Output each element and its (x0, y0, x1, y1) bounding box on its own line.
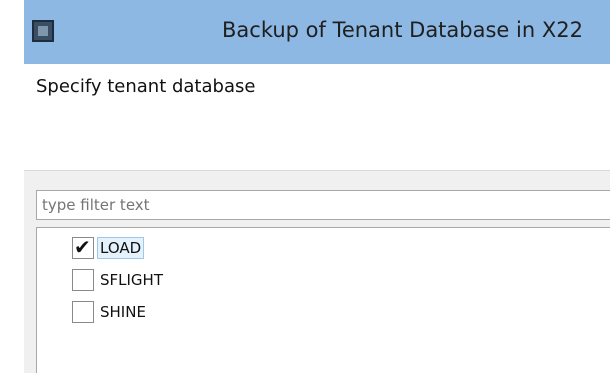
backup-dialog: Backup of Tenant Database in X22 Specify… (24, 0, 610, 373)
window-title: Backup of Tenant Database in X22 (222, 18, 583, 42)
list-item-label[interactable]: LOAD (97, 237, 145, 259)
filter-input[interactable] (36, 190, 610, 220)
list-item-label[interactable]: SFLIGHT (97, 269, 166, 291)
list-item-load[interactable]: ✔ LOAD (72, 234, 145, 262)
wizard-header: Specify tenant database (24, 64, 610, 171)
list-item-sflight[interactable]: SFLIGHT (72, 266, 166, 294)
screen: Backup of Tenant Database in X22 Specify… (0, 0, 610, 373)
list-item-label[interactable]: SHINE (97, 301, 149, 323)
application-icon[interactable] (32, 20, 54, 42)
sflight-checkbox[interactable] (72, 269, 94, 291)
tenant-list[interactable]: ✔ LOAD SFLIGHT SHINE (36, 227, 610, 373)
list-item-shine[interactable]: SHINE (72, 298, 149, 326)
background-edge (0, 0, 24, 373)
page-heading: Specify tenant database (36, 76, 256, 97)
check-icon: ✔ (74, 235, 91, 259)
shine-checkbox[interactable] (72, 301, 94, 323)
title-bar[interactable]: Backup of Tenant Database in X22 (24, 0, 610, 64)
load-checkbox[interactable]: ✔ (72, 235, 94, 259)
